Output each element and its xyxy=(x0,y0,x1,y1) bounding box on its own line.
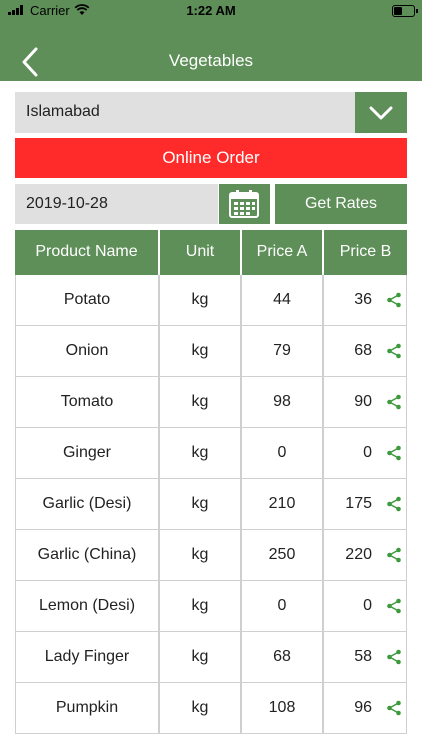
unit-cell: kg xyxy=(158,530,240,580)
unit-cell: kg xyxy=(158,479,240,529)
column-header-price-a: Price A xyxy=(240,230,322,275)
table-header: Product Name Unit Price A Price B xyxy=(15,230,407,275)
table-row: Pumpkin kg 108 96 xyxy=(15,683,407,734)
date-field[interactable]: 2019-10-28 xyxy=(15,184,218,224)
city-select[interactable]: Islamabad xyxy=(15,92,355,133)
unit-cell: kg xyxy=(158,275,240,325)
price-a-cell: 68 xyxy=(240,632,322,682)
get-rates-button[interactable]: Get Rates xyxy=(275,184,407,224)
city-dropdown-button[interactable] xyxy=(355,92,407,133)
status-bar: Carrier 1:22 AM xyxy=(0,0,422,22)
product-name-cell: Potato xyxy=(63,291,111,308)
product-name-cell: Garlic (China) xyxy=(37,546,137,563)
product-name-cell: Garlic (Desi) xyxy=(42,495,132,512)
chevron-down-icon xyxy=(369,106,393,120)
table-row: Lemon (Desi) kg 0 0 xyxy=(15,581,407,632)
nav-bar: Carrier 1:22 AM Vegetables xyxy=(0,0,422,81)
share-icon[interactable] xyxy=(386,343,402,359)
share-icon[interactable] xyxy=(386,394,402,410)
product-name-cell: Tomato xyxy=(60,393,114,410)
share-icon[interactable] xyxy=(386,547,402,563)
price-a-cell: 0 xyxy=(240,428,322,478)
online-order-button[interactable]: Online Order xyxy=(15,138,407,178)
share-icon[interactable] xyxy=(386,496,402,512)
table-row: Garlic (China) kg 250 220 xyxy=(15,530,407,581)
table-row: Garlic (Desi) kg 210 175 xyxy=(15,479,407,530)
calendar-button[interactable] xyxy=(219,184,270,224)
product-name-cell: Pumpkin xyxy=(55,699,119,716)
product-name-cell: Onion xyxy=(65,342,109,359)
table-row: Potato kg 44 36 xyxy=(15,275,407,326)
price-a-cell: 79 xyxy=(240,326,322,376)
price-a-cell: 98 xyxy=(240,377,322,427)
price-a-cell: 44 xyxy=(240,275,322,325)
table-row: Lady Finger kg 68 58 xyxy=(15,632,407,683)
column-header-price-b: Price B xyxy=(322,230,407,275)
page-title: Vegetables xyxy=(168,51,254,70)
share-icon[interactable] xyxy=(386,292,402,308)
column-header-product-name: Product Name xyxy=(35,243,138,260)
price-a-cell: 250 xyxy=(240,530,322,580)
city-value: Islamabad xyxy=(26,103,100,120)
price-a-cell: 210 xyxy=(240,479,322,529)
price-a-cell: 108 xyxy=(240,683,322,733)
unit-cell: kg xyxy=(158,632,240,682)
product-name-cell: Ginger xyxy=(62,444,112,461)
table-row: Onion kg 79 68 xyxy=(15,326,407,377)
date-value: 2019-10-28 xyxy=(26,195,108,212)
table-row: Ginger kg 0 0 xyxy=(15,428,407,479)
share-icon[interactable] xyxy=(386,649,402,665)
table-row: Tomato kg 98 90 xyxy=(15,377,407,428)
battery-icon xyxy=(392,5,418,17)
unit-cell: kg xyxy=(158,428,240,478)
unit-cell: kg xyxy=(158,683,240,733)
unit-cell: kg xyxy=(158,326,240,376)
share-icon[interactable] xyxy=(386,700,402,716)
clock-time: 1:22 AM xyxy=(186,3,236,18)
share-icon[interactable] xyxy=(386,598,402,614)
price-a-cell: 0 xyxy=(240,581,322,631)
product-name-cell: Lady Finger xyxy=(44,648,130,665)
share-icon[interactable] xyxy=(386,445,402,461)
column-header-unit: Unit xyxy=(158,230,240,275)
product-name-cell: Lemon (Desi) xyxy=(38,597,136,614)
unit-cell: kg xyxy=(158,377,240,427)
calendar-icon xyxy=(229,190,259,218)
unit-cell: kg xyxy=(158,581,240,631)
